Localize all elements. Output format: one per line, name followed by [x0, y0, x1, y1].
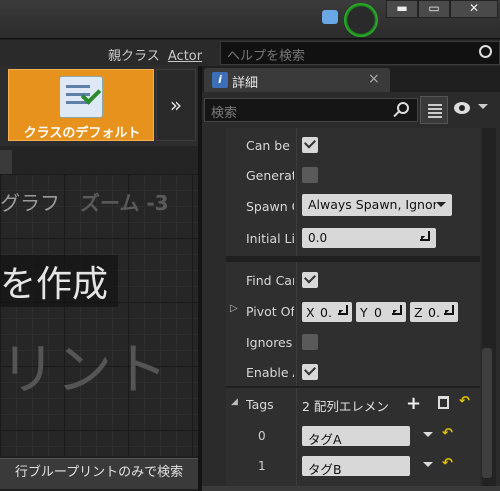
- graph-title: グラフ: [0, 191, 60, 215]
- parent-class: 親クラス Actor: [108, 45, 202, 64]
- spawn-collision-dropdown[interactable]: Always Spawn, Ignor: [302, 194, 452, 216]
- details-tab-label: 詳細: [232, 76, 259, 91]
- search-icon: [397, 102, 409, 114]
- eye-icon[interactable]: [454, 102, 470, 114]
- tab-details[interactable]: i 詳細 ×: [204, 68, 390, 92]
- search-this-blueprint-button[interactable]: 行ブループリントのみで検索: [0, 458, 198, 489]
- input-value: 0.0: [308, 231, 328, 245]
- parent-class-link[interactable]: Actor: [168, 49, 202, 64]
- blueprint-watermark: リント: [0, 338, 168, 403]
- reset-icon[interactable]: ↶: [459, 394, 470, 409]
- chat-icon[interactable]: [322, 10, 338, 24]
- scrollbar-thumb[interactable]: [482, 348, 492, 478]
- vector-x-value: 0.: [320, 305, 332, 320]
- property-checkbox[interactable]: [302, 137, 318, 153]
- chevron-down-icon[interactable]: [423, 462, 433, 472]
- graph-header: グラフ ズーム -3: [0, 187, 190, 217]
- initial-life-span-input[interactable]: 0.0: [302, 228, 436, 248]
- tags-property-name: Tags: [246, 397, 274, 412]
- info-icon: i: [212, 72, 228, 88]
- search-icon: [479, 45, 492, 58]
- vector-y-label: Y: [360, 305, 368, 320]
- vector-z-field[interactable]: Z 0.: [410, 302, 458, 322]
- property-checkbox[interactable]: [302, 272, 318, 288]
- minimize-button[interactable]: ▬: [386, 0, 418, 18]
- details-close-button[interactable]: ×: [368, 71, 380, 87]
- chevron-down-icon[interactable]: [423, 432, 433, 442]
- marketplace-icon[interactable]: [344, 3, 378, 37]
- vector-y-value: 0: [374, 305, 382, 320]
- vector-z-value: 0.: [428, 305, 440, 320]
- class-defaults-icon: [59, 76, 103, 118]
- toolbar-expand-button[interactable]: »: [156, 69, 196, 141]
- reset-icon[interactable]: ↶: [442, 426, 453, 441]
- vector-x-field[interactable]: X 0.: [302, 302, 352, 322]
- collapse-arrow-icon[interactable]: ◢: [231, 397, 238, 407]
- details-scrollbar[interactable]: [482, 128, 496, 486]
- maximize-button[interactable]: ▭: [418, 0, 450, 18]
- parent-class-label: 親クラス: [108, 49, 160, 64]
- add-element-icon[interactable]: +: [406, 393, 421, 414]
- property-name: Can be I: [246, 138, 294, 153]
- tags-element-count: 2 配列エレメン: [302, 399, 389, 414]
- property-name: Enable A: [246, 365, 294, 380]
- chevron-down-icon[interactable]: [478, 104, 488, 114]
- vector-z-label: Z: [414, 305, 423, 320]
- tag-value: タグB: [308, 462, 342, 477]
- graph-create-text: を作成: [0, 255, 119, 307]
- chevron-down-icon: [436, 202, 446, 212]
- tag-input[interactable]: タグB: [302, 456, 410, 477]
- drag-handle-icon[interactable]: [338, 305, 348, 315]
- property-name: Initial Li: [246, 231, 294, 246]
- close-button[interactable]: ✕: [450, 0, 498, 18]
- graph-tab-strip: [0, 146, 200, 174]
- vector-y-field[interactable]: Y 0: [356, 302, 406, 322]
- tag-input[interactable]: タグA: [302, 426, 410, 447]
- dropdown-value: Always Spawn, Ignor: [308, 197, 436, 212]
- details-search-placeholder: 検索: [211, 106, 238, 121]
- class-defaults-label: クラスのデフォルト: [23, 126, 141, 141]
- array-index: 0: [258, 429, 266, 443]
- expand-arrow-icon[interactable]: ▷: [230, 303, 238, 314]
- property-name: Pivot Of: [246, 304, 294, 319]
- panel-bottom-edge: [202, 486, 500, 491]
- property-checkbox[interactable]: [302, 364, 318, 380]
- property-name: Generat: [246, 168, 294, 183]
- graph-zoom: ズーム -3: [80, 191, 169, 215]
- property-name: Find Car: [246, 273, 294, 288]
- help-search-input[interactable]: ヘルプを検索: [220, 41, 500, 65]
- property-checkbox[interactable]: [302, 167, 318, 183]
- property-matrix-button[interactable]: [420, 96, 448, 124]
- property-name: Ignores: [246, 335, 293, 350]
- vector-x-label: X: [306, 305, 315, 320]
- reset-icon[interactable]: ↶: [442, 456, 453, 471]
- drag-handle-icon[interactable]: [392, 305, 402, 315]
- property-checkbox[interactable]: [302, 334, 318, 350]
- details-search-input[interactable]: 検索: [204, 98, 418, 122]
- array-index: 1: [258, 459, 266, 473]
- trash-icon[interactable]: [438, 396, 449, 409]
- drag-handle-icon[interactable]: [444, 305, 454, 315]
- drag-handle-icon[interactable]: [420, 231, 430, 241]
- class-defaults-button[interactable]: クラスのデフォルト: [8, 69, 154, 141]
- help-search-placeholder: ヘルプを検索: [227, 49, 306, 64]
- tag-value: タグA: [308, 432, 342, 447]
- property-name: Spawn C: [246, 199, 294, 214]
